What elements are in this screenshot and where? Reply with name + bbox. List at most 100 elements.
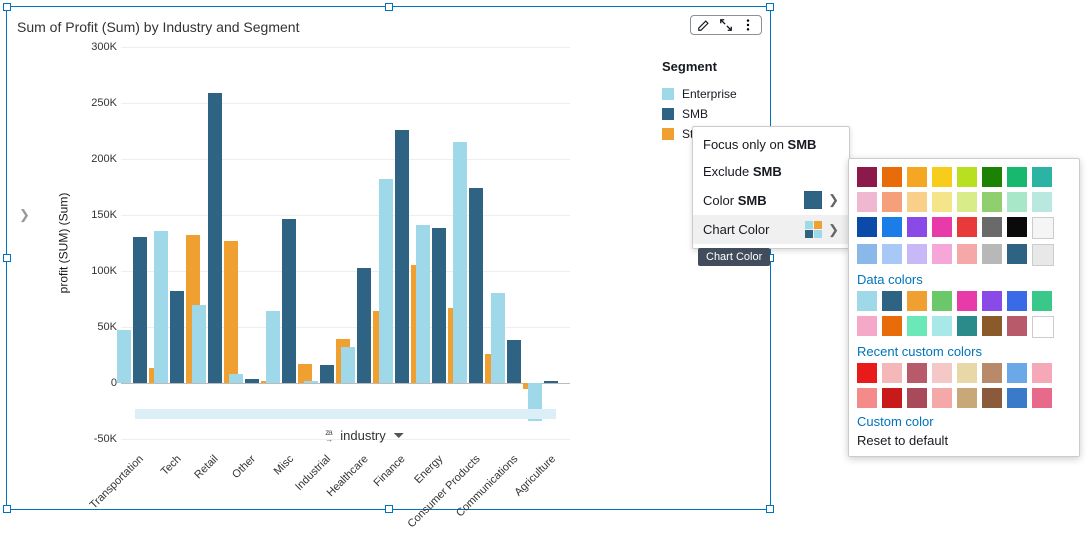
color-swatch[interactable] <box>932 291 952 311</box>
bar[interactable] <box>453 142 467 383</box>
color-swatch[interactable] <box>907 388 927 408</box>
color-swatch[interactable] <box>857 244 877 264</box>
chevron-down-icon[interactable] <box>394 433 404 438</box>
color-swatch[interactable] <box>882 388 902 408</box>
color-swatch[interactable] <box>982 167 1002 187</box>
color-swatch[interactable] <box>882 244 902 264</box>
expand-icon[interactable] <box>719 18 733 32</box>
color-swatch[interactable] <box>857 363 877 383</box>
color-swatch[interactable] <box>957 217 977 237</box>
color-swatch[interactable] <box>1007 244 1027 264</box>
bar[interactable] <box>507 340 521 383</box>
color-swatch[interactable] <box>1032 291 1052 311</box>
collapse-y-axis-chevron-icon[interactable]: ❯ <box>19 207 30 223</box>
color-swatch[interactable] <box>1032 244 1054 266</box>
color-swatch[interactable] <box>932 388 952 408</box>
bar[interactable] <box>544 381 558 383</box>
palette-custom-color-link[interactable]: Custom color <box>857 414 1071 429</box>
color-swatch[interactable] <box>1032 388 1052 408</box>
selection-handle[interactable] <box>3 3 11 11</box>
menu-exclude[interactable]: Exclude SMB <box>693 158 849 185</box>
bar[interactable] <box>266 311 280 383</box>
selection-handle[interactable] <box>385 505 393 513</box>
legend-item[interactable]: SMB <box>662 104 762 124</box>
x-scroll-track[interactable] <box>121 409 570 419</box>
bar[interactable] <box>357 268 371 383</box>
color-swatch[interactable] <box>1032 363 1052 383</box>
color-swatch[interactable] <box>882 316 902 336</box>
color-swatch[interactable] <box>1007 363 1027 383</box>
color-swatch[interactable] <box>857 316 877 336</box>
color-swatch[interactable] <box>1007 316 1027 336</box>
color-swatch[interactable] <box>957 316 977 336</box>
color-swatch[interactable] <box>957 388 977 408</box>
color-swatch[interactable] <box>932 217 952 237</box>
color-swatch[interactable] <box>982 192 1002 212</box>
sort-icon[interactable]: za→ <box>325 429 332 443</box>
color-swatch[interactable] <box>882 363 902 383</box>
color-swatch[interactable] <box>957 192 977 212</box>
color-swatch[interactable] <box>932 192 952 212</box>
color-swatch[interactable] <box>1032 167 1052 187</box>
color-swatch[interactable] <box>982 388 1002 408</box>
color-swatch[interactable] <box>932 244 952 264</box>
color-swatch[interactable] <box>882 192 902 212</box>
color-swatch[interactable] <box>957 363 977 383</box>
color-swatch[interactable] <box>932 316 952 336</box>
bar[interactable] <box>304 381 318 383</box>
color-swatch[interactable] <box>932 363 952 383</box>
selection-handle[interactable] <box>385 3 393 11</box>
bar[interactable] <box>245 379 259 383</box>
color-swatch[interactable] <box>857 192 877 212</box>
color-swatch[interactable] <box>982 217 1002 237</box>
color-swatch[interactable] <box>1007 192 1027 212</box>
bar[interactable] <box>208 93 222 383</box>
selection-handle[interactable] <box>3 505 11 513</box>
bar[interactable] <box>379 179 393 383</box>
bar[interactable] <box>395 130 409 383</box>
color-swatch[interactable] <box>907 192 927 212</box>
color-swatch[interactable] <box>1007 217 1027 237</box>
bar[interactable] <box>154 231 168 383</box>
kebab-menu-icon[interactable] <box>741 18 755 32</box>
selection-handle[interactable] <box>766 3 774 11</box>
color-swatch[interactable] <box>957 244 977 264</box>
color-swatch[interactable] <box>857 388 877 408</box>
color-swatch[interactable] <box>982 363 1002 383</box>
bar[interactable] <box>133 237 147 383</box>
bar[interactable] <box>170 291 184 383</box>
color-swatch[interactable] <box>982 291 1002 311</box>
bar[interactable] <box>341 347 355 383</box>
color-swatch[interactable] <box>982 316 1002 336</box>
bar[interactable] <box>416 225 430 383</box>
color-swatch[interactable] <box>882 291 902 311</box>
color-swatch[interactable] <box>907 316 927 336</box>
scroll-right-cap[interactable] <box>555 409 570 419</box>
selection-handle[interactable] <box>766 505 774 513</box>
color-swatch[interactable] <box>907 363 927 383</box>
color-swatch[interactable] <box>907 291 927 311</box>
legend-item[interactable]: Enterprise <box>662 84 762 104</box>
color-swatch[interactable] <box>957 291 977 311</box>
color-swatch[interactable] <box>907 244 927 264</box>
pencil-icon[interactable] <box>697 18 711 32</box>
bar[interactable] <box>282 219 296 383</box>
color-swatch[interactable] <box>957 167 977 187</box>
palette-reset-default[interactable]: Reset to default <box>857 433 1071 448</box>
color-swatch[interactable] <box>1032 217 1054 239</box>
color-swatch[interactable] <box>1007 167 1027 187</box>
color-swatch[interactable] <box>1032 192 1052 212</box>
bar[interactable] <box>469 188 483 383</box>
scroll-left-cap[interactable] <box>121 409 136 419</box>
menu-chart-color[interactable]: Chart Color ❯ <box>693 215 849 244</box>
color-swatch[interactable] <box>857 291 877 311</box>
menu-focus-only[interactable]: Focus only on SMB <box>693 131 849 158</box>
bar[interactable] <box>491 293 505 383</box>
color-swatch[interactable] <box>907 167 927 187</box>
color-swatch[interactable] <box>882 167 902 187</box>
menu-color-series[interactable]: Color SMB ❯ <box>693 185 849 215</box>
bar[interactable] <box>192 305 206 383</box>
color-swatch[interactable] <box>857 217 877 237</box>
color-swatch[interactable] <box>1007 388 1027 408</box>
x-axis-title[interactable]: za→ industry <box>325 428 404 443</box>
